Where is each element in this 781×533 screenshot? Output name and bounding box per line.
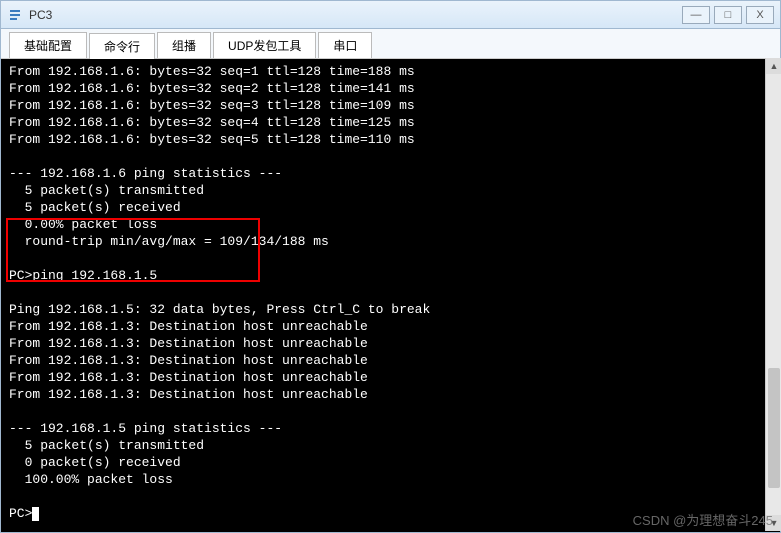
app-window: PC3 — □ X 基础配置 命令行 组播 UDP发包工具 串口 From 19… (0, 0, 781, 533)
app-icon (7, 7, 23, 23)
terminal-output[interactable]: From 192.168.1.6: bytes=32 seq=1 ttl=128… (1, 59, 780, 532)
tab-bar: 基础配置 命令行 组播 UDP发包工具 串口 (1, 29, 780, 59)
tab-basic-config[interactable]: 基础配置 (9, 32, 87, 58)
window-title: PC3 (29, 8, 682, 22)
watermark-text: CSDN @为理想奋斗245 (633, 510, 773, 529)
scroll-thumb[interactable] (768, 368, 780, 488)
minimize-button[interactable]: — (682, 6, 710, 24)
tab-udp-tool[interactable]: UDP发包工具 (213, 32, 316, 58)
close-button[interactable]: X (746, 6, 774, 24)
titlebar: PC3 — □ X (1, 1, 780, 29)
tab-multicast[interactable]: 组播 (157, 32, 211, 58)
tab-command-line[interactable]: 命令行 (89, 33, 155, 59)
vertical-scrollbar[interactable]: ▲ ▼ (765, 58, 781, 531)
window-controls: — □ X (682, 6, 774, 24)
scroll-up-arrow[interactable]: ▲ (766, 58, 781, 74)
terminal-cursor (32, 507, 39, 521)
maximize-button[interactable]: □ (714, 6, 742, 24)
tab-serial[interactable]: 串口 (318, 32, 372, 58)
